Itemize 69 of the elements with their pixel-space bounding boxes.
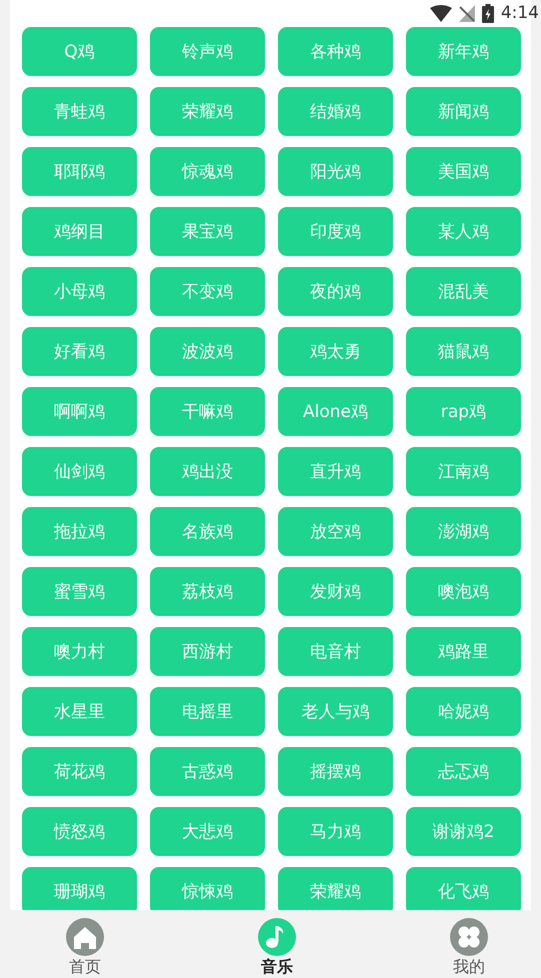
nav-tab[interactable]: 首页 (66, 910, 104, 978)
sound-button[interactable]: 鸡纲目 (22, 207, 137, 256)
sound-button[interactable]: 蜜雪鸡 (22, 567, 137, 616)
sound-button[interactable]: 惊魂鸡 (150, 147, 265, 196)
sound-button[interactable]: 荔枝鸡 (150, 567, 265, 616)
sound-button[interactable]: 啊啊鸡 (22, 387, 137, 436)
sound-button[interactable]: 电音村 (278, 627, 393, 676)
sound-button[interactable]: Q鸡 (22, 27, 137, 76)
sound-button[interactable]: 西游村 (150, 627, 265, 676)
sound-button[interactable]: 直升鸡 (278, 447, 393, 496)
sound-button[interactable]: 新闻鸡 (406, 87, 521, 136)
sound-button[interactable]: rap鸡 (406, 387, 521, 436)
sound-button[interactable]: Alone鸡 (278, 387, 393, 436)
sound-button[interactable]: 放空鸡 (278, 507, 393, 556)
sound-button[interactable]: 噢力村 (22, 627, 137, 676)
sound-button[interactable]: 发财鸡 (278, 567, 393, 616)
sound-button[interactable]: 不变鸡 (150, 267, 265, 316)
sound-button[interactable]: 拖拉鸡 (22, 507, 137, 556)
home-icon (66, 918, 104, 956)
sound-button[interactable]: 青蛙鸡 (22, 87, 137, 136)
sound-button[interactable]: 古惑鸡 (150, 747, 265, 796)
wifi-icon (430, 4, 452, 22)
sound-button[interactable]: 老人与鸡 (278, 687, 393, 736)
sound-button[interactable]: 惊悚鸡 (150, 867, 265, 910)
sound-button[interactable]: 电摇里 (150, 687, 265, 736)
sound-button[interactable]: 夜的鸡 (278, 267, 393, 316)
sound-button[interactable]: 干嘛鸡 (150, 387, 265, 436)
no-signal-icon (458, 4, 475, 22)
sound-button[interactable]: 各种鸡 (278, 27, 393, 76)
sound-button[interactable]: 荣耀鸡 (150, 87, 265, 136)
sound-button[interactable]: 某人鸡 (406, 207, 521, 256)
sound-button[interactable]: 珊瑚鸡 (22, 867, 137, 910)
sound-button[interactable]: 猫鼠鸡 (406, 327, 521, 376)
sound-button[interactable]: 鸡太勇 (278, 327, 393, 376)
music-note-icon (258, 918, 296, 956)
sound-button[interactable]: 荷花鸡 (22, 747, 137, 796)
sound-button[interactable]: 马力鸡 (278, 807, 393, 856)
sound-button[interactable]: 忐忑鸡 (406, 747, 521, 796)
sound-button[interactable]: 新年鸡 (406, 27, 521, 76)
clover-icon (450, 918, 488, 956)
sound-button[interactable]: 耶耶鸡 (22, 147, 137, 196)
sound-button[interactable]: 仙剑鸡 (22, 447, 137, 496)
sound-button[interactable]: 波波鸡 (150, 327, 265, 376)
sound-button[interactable]: 结婚鸡 (278, 87, 393, 136)
sound-button[interactable]: 果宝鸡 (150, 207, 265, 256)
sound-button[interactable]: 谢谢鸡2 (406, 807, 521, 856)
sound-button[interactable]: 铃声鸡 (150, 27, 265, 76)
sound-button[interactable]: 美国鸡 (406, 147, 521, 196)
sound-button[interactable]: 印度鸡 (278, 207, 393, 256)
sound-button[interactable]: 荣耀鸡 (278, 867, 393, 910)
sound-button[interactable]: 江南鸡 (406, 447, 521, 496)
nav-tab[interactable]: 我的 (450, 910, 488, 978)
sound-button[interactable]: 好看鸡 (22, 327, 137, 376)
sound-button[interactable]: 摇摆鸡 (278, 747, 393, 796)
sound-button[interactable]: 鸡出没 (150, 447, 265, 496)
sound-button[interactable]: 大悲鸡 (150, 807, 265, 856)
sound-button[interactable]: 名族鸡 (150, 507, 265, 556)
sound-button[interactable]: 鸡路里 (406, 627, 521, 676)
sound-button[interactable]: 混乱美 (406, 267, 521, 316)
nav-tab[interactable]: 音乐 (258, 910, 296, 978)
sound-button[interactable]: 噢泡鸡 (406, 567, 521, 616)
sound-button[interactable]: 愤怒鸡 (22, 807, 137, 856)
sound-button[interactable]: 哈妮鸡 (406, 687, 521, 736)
sound-button[interactable]: 化飞鸡 (406, 867, 521, 910)
sound-button[interactable]: 阳光鸡 (278, 147, 393, 196)
sound-button[interactable]: 澎湖鸡 (406, 507, 521, 556)
status-time: 4:14 (500, 3, 539, 23)
sound-button[interactable]: 水星里 (22, 687, 137, 736)
sound-button[interactable]: 小母鸡 (22, 267, 137, 316)
